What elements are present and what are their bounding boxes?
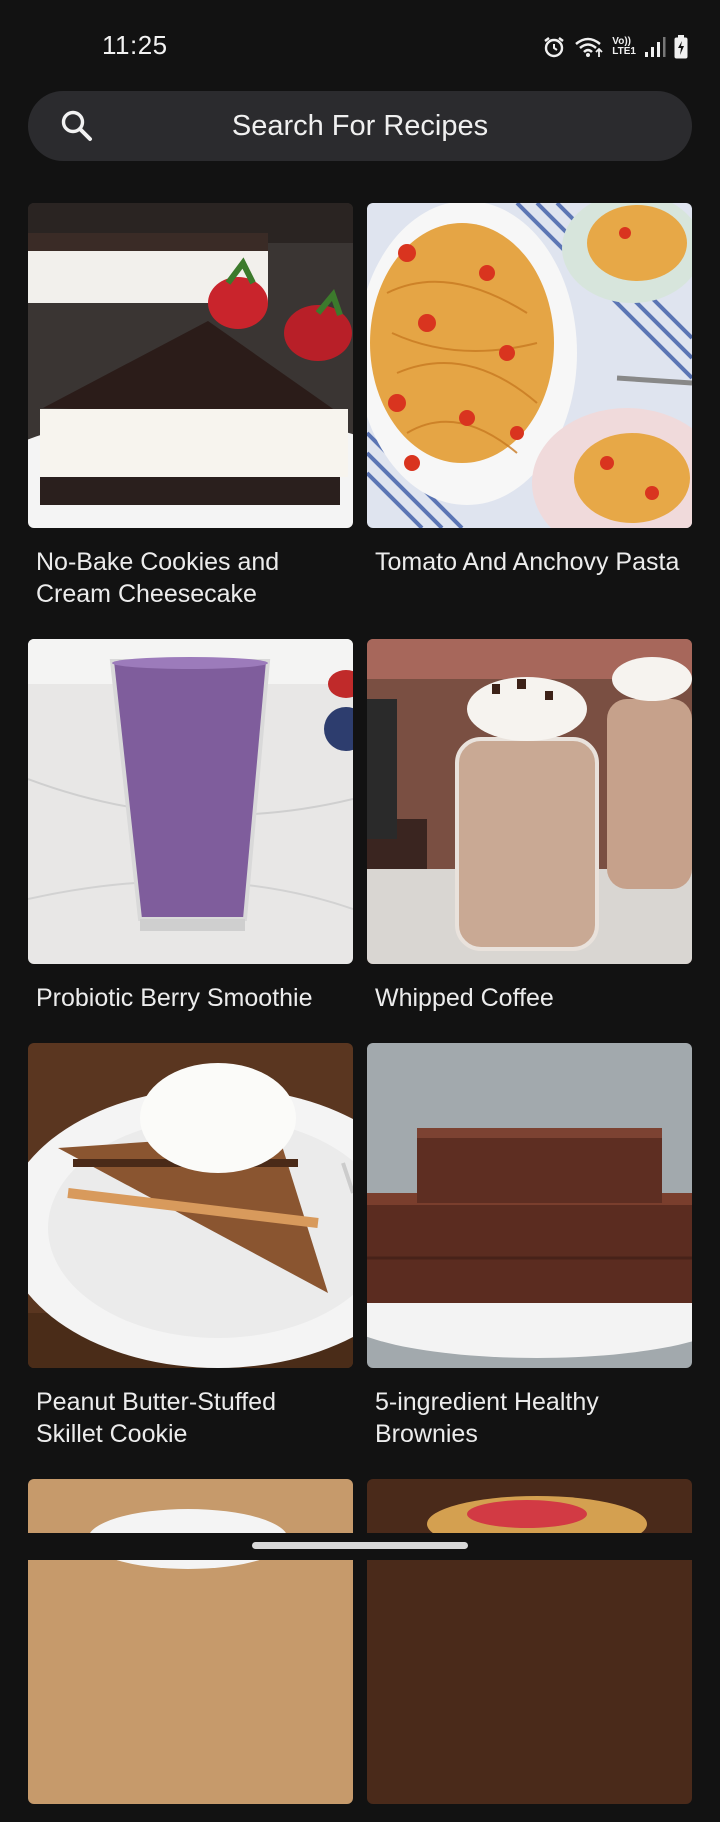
recipe-image [28,639,353,964]
recipe-image [28,1479,353,1804]
status-time: 11:25 [102,30,168,60]
recipe-title: Probiotic Berry Smoothie [36,984,313,1012]
recipe-title: Tomato And Anchovy Pasta [375,548,680,576]
wifi-icon [574,35,604,59]
recipe-card[interactable]: No-Bake Cookies and Cream Cheesecake [28,203,353,610]
recipe-image [367,1043,692,1368]
gesture-handle[interactable] [252,1542,468,1549]
recipe-image [28,1043,353,1368]
recipe-card[interactable]: Tomato And Anchovy Pasta [367,203,692,578]
recipe-card[interactable]: 5-ingredient Healthy Brownies [367,1043,692,1450]
search-bar[interactable]: Search For Recipes [28,91,692,161]
recipe-title: No-Bake Cookies and Cream Cheesecake [36,548,280,608]
recipe-title: Peanut Butter-Stuffed Skillet Cookie [36,1388,276,1448]
battery-charging-icon [674,35,688,59]
recipe-image [367,639,692,964]
recipe-title: 5-ingredient Healthy Brownies [375,1388,599,1448]
recipe-image [28,203,353,528]
recipe-card[interactable]: Whipped Coffee [367,639,692,1014]
signal-icon [644,36,666,58]
recipe-card[interactable] [367,1479,692,1822]
volte-icon: Vo)) LTE1 [612,37,636,57]
recipe-image [367,1479,692,1804]
recipe-card[interactable] [28,1479,353,1822]
alarm-icon [542,35,566,59]
volte-label-bottom: LTE1 [612,46,636,57]
recipe-card[interactable]: Peanut Butter-Stuffed Skillet Cookie [28,1043,353,1450]
status-bar: 11:25 Vo)) LTE1 [0,0,720,90]
recipe-card[interactable]: Probiotic Berry Smoothie [28,639,353,1014]
search-placeholder: Search For Recipes [231,110,489,142]
recipe-image [367,203,692,528]
recipe-title: Whipped Coffee [375,984,554,1012]
status-icons: Vo)) LTE1 [542,32,688,62]
